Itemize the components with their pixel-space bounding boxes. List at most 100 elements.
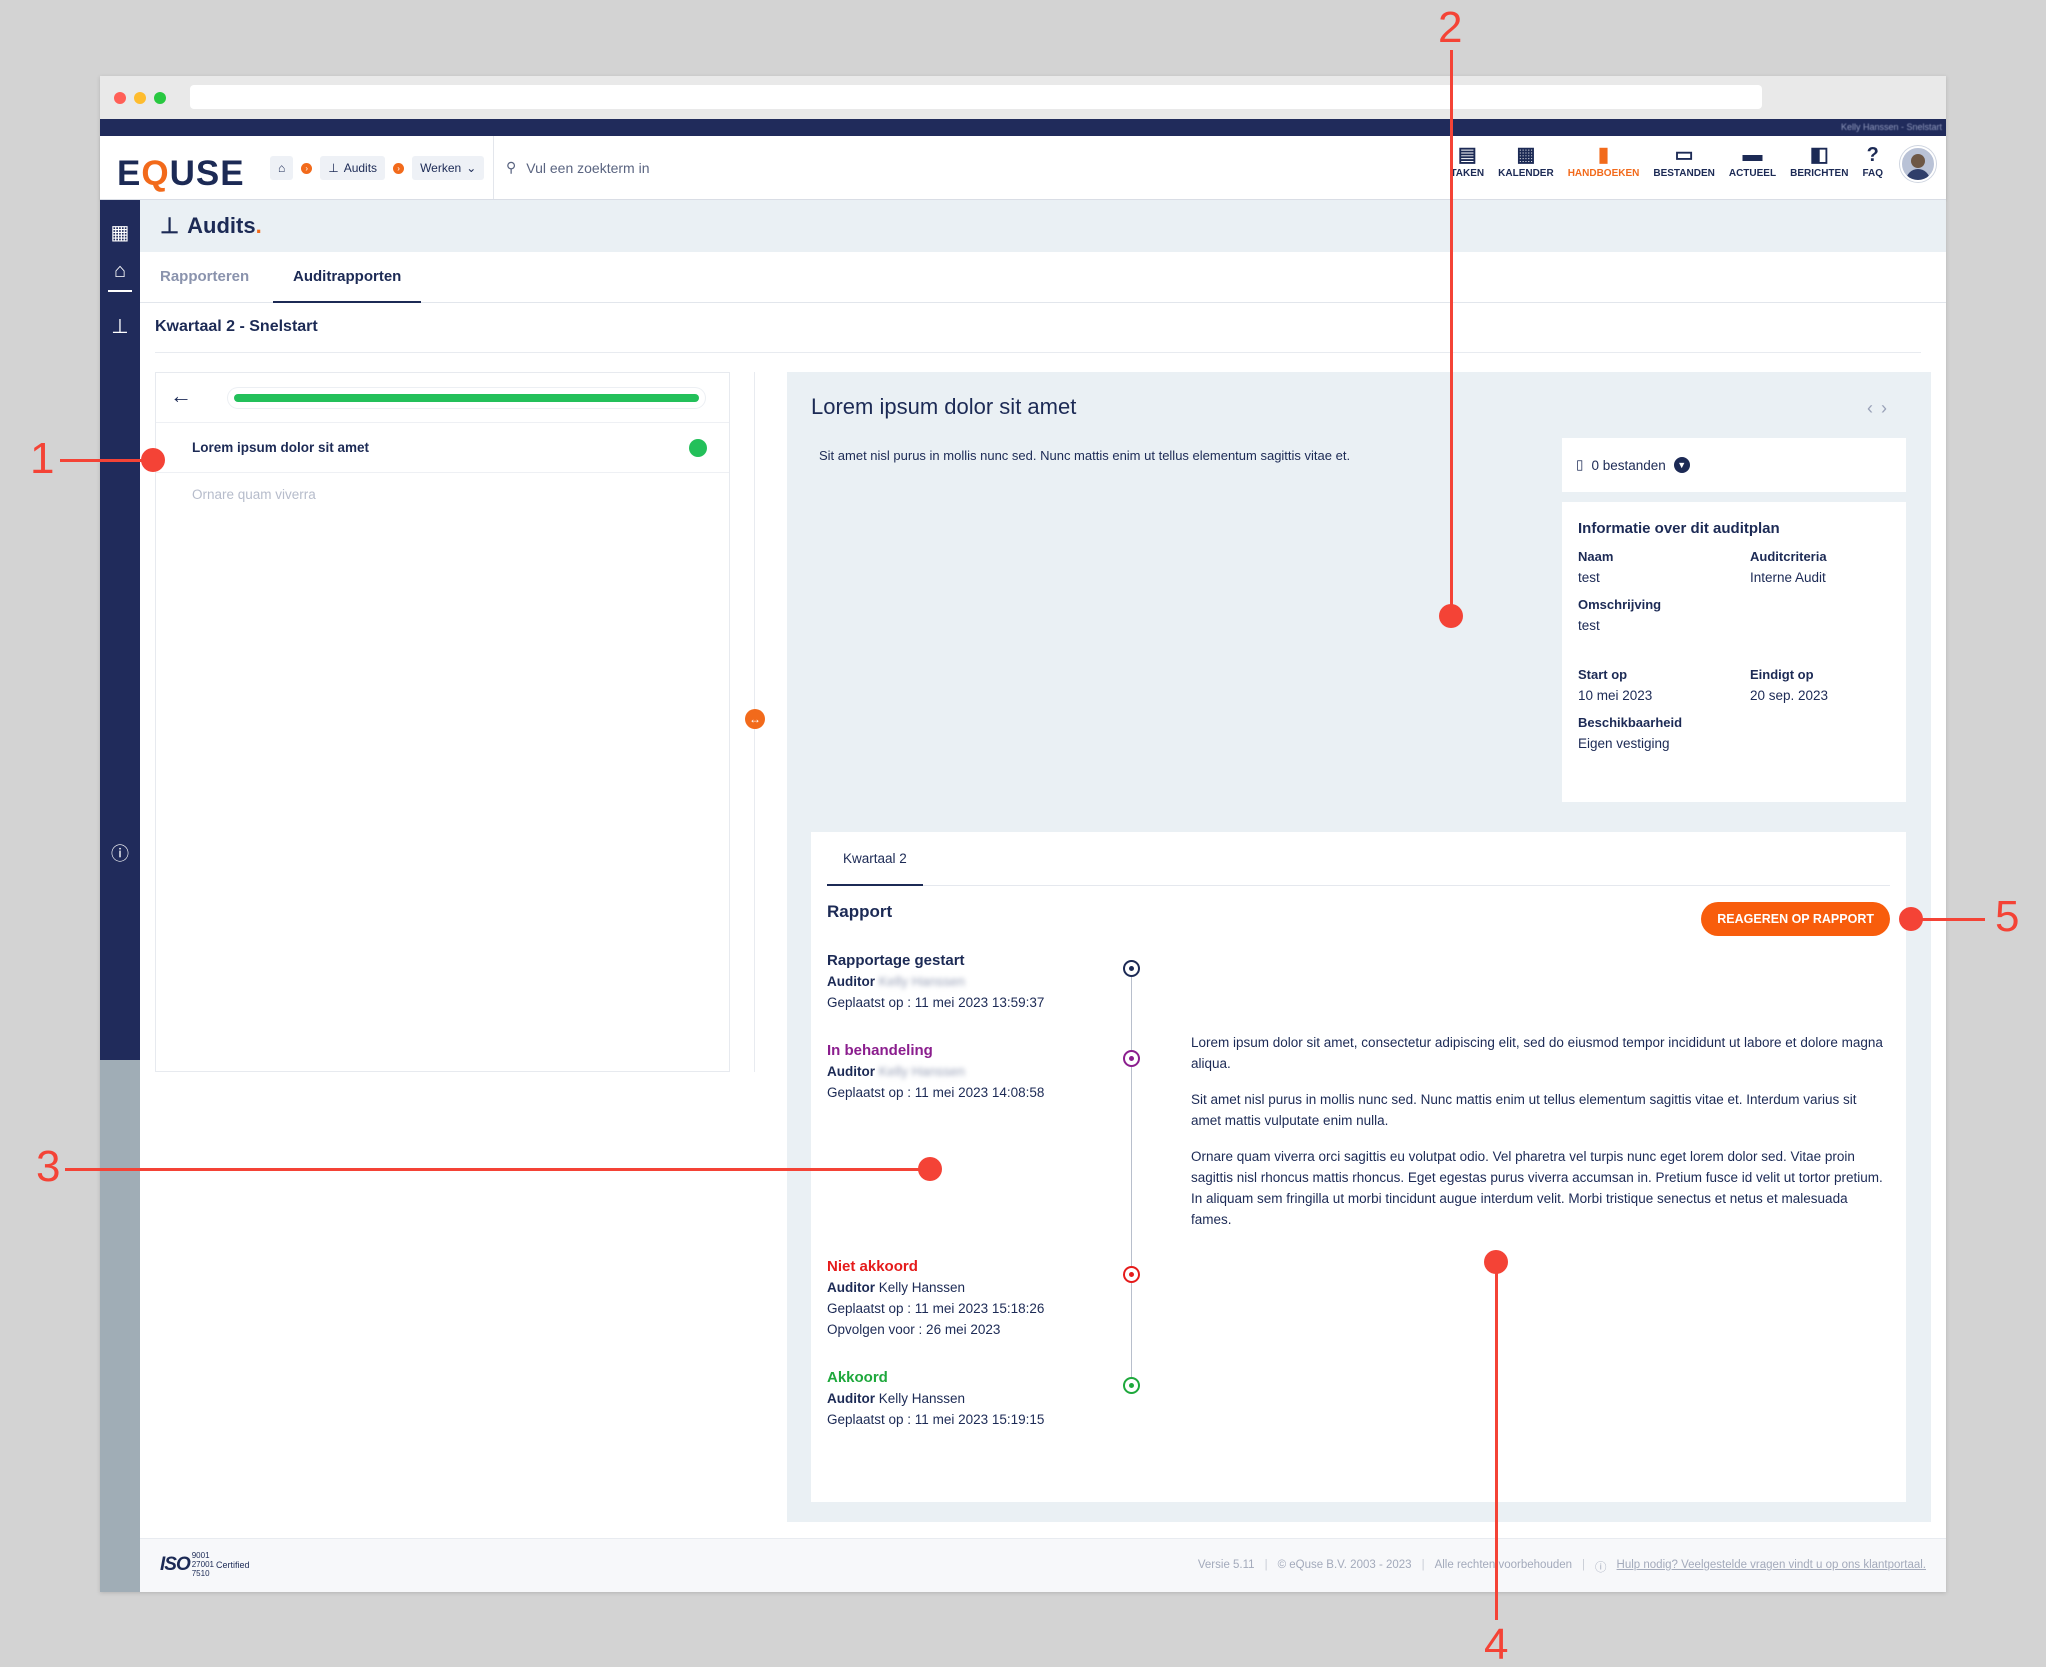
files-dropdown[interactable]: ▯ 0 bestanden ▼ xyxy=(1562,438,1906,492)
newspaper-icon: ▬ xyxy=(1742,144,1763,166)
book-icon: ▮ xyxy=(1598,144,1610,166)
search-bar: ⚲ xyxy=(493,136,827,199)
auditor-name: Kelly Hanssen xyxy=(878,1064,966,1079)
timeline-item: Niet akkoord Auditor Kelly Hanssen Gepla… xyxy=(827,1256,1044,1340)
help-link[interactable]: Hulp nodig? Veelgestelde vragen vindt u … xyxy=(1617,1559,1926,1575)
iso-certified-logo: ISO 9001 27001 7510 Certified xyxy=(160,1551,250,1578)
sidebar-bottom xyxy=(100,1060,140,1592)
timeline-item: In behandeling Auditor Kelly Hanssen Gep… xyxy=(827,1040,1044,1103)
auditor-label: Auditor xyxy=(827,1280,875,1295)
rights-label: Alle rechten voorbehouden xyxy=(1434,1559,1573,1571)
version-label: Versie 5.11 xyxy=(1197,1559,1255,1571)
progress-bar-fill xyxy=(234,394,699,402)
question-title: Lorem ipsum dolor sit amet xyxy=(811,394,1077,419)
info-value: Eigen vestiging xyxy=(1578,736,1670,751)
sidebar-divider xyxy=(108,290,132,292)
annotation-number: 5 xyxy=(1995,892,2020,941)
report-title: Rapport xyxy=(827,902,893,921)
window-minimize-dot[interactable] xyxy=(134,92,146,104)
auditor-name: Kelly Hanssen xyxy=(878,1391,966,1406)
question-navigation: ‹› xyxy=(1867,398,1895,419)
chevron-down-icon: ▼ xyxy=(1673,457,1690,473)
divider xyxy=(155,352,1921,353)
nav-bestanden[interactable]: ▭ BESTANDEN xyxy=(1646,142,1721,179)
list-item[interactable]: Lorem ipsum dolor sit amet xyxy=(156,423,729,473)
follow-up-date: Opvolgen voor : 26 mei 2023 xyxy=(827,1322,1001,1337)
nav-actueel[interactable]: ▬ ACTUEEL xyxy=(1722,142,1783,179)
timeline-date: Geplaatst op : 11 mei 2023 15:18:26 xyxy=(827,1301,1045,1316)
chat-icon: ◧ xyxy=(1809,144,1829,166)
user-avatar[interactable] xyxy=(1900,146,1936,182)
timeline-date: Geplaatst op : 11 mei 2023 13:59:37 xyxy=(827,995,1045,1010)
auditor-label: Auditor xyxy=(827,1064,875,1079)
annotation-line xyxy=(65,1168,935,1171)
auditor-label: Auditor xyxy=(827,974,875,989)
calendar-icon: ▦ xyxy=(1516,144,1536,166)
timeline-date: Geplaatst op : 11 mei 2023 14:08:58 xyxy=(827,1085,1045,1100)
annotation-number: 4 xyxy=(1484,1620,1509,1667)
nav-faq[interactable]: ? FAQ xyxy=(1855,142,1890,179)
breadcrumb-audits[interactable]: ⊥ Audits xyxy=(320,156,386,180)
info-value: test xyxy=(1578,570,1600,585)
list-item[interactable]: Ornare quam viverra xyxy=(156,473,729,523)
chevron-right-icon[interactable]: › xyxy=(1881,398,1895,418)
nav-berichten[interactable]: ◧ BERICHTEN xyxy=(1783,142,1855,179)
tab-kwartaal-2[interactable]: Kwartaal 2 xyxy=(827,832,923,886)
file-icon: ▯ xyxy=(1576,457,1584,472)
iso-word: ISO xyxy=(160,1553,191,1575)
help-circle-icon[interactable]: ⓘ xyxy=(100,840,140,866)
search-input[interactable] xyxy=(526,159,827,176)
info-value: 20 sep. 2023 xyxy=(1750,688,1829,703)
respond-to-report-button[interactable]: REAGEREN OP RAPPORT xyxy=(1701,902,1890,936)
breadcrumb-home[interactable]: ⌂ xyxy=(270,156,294,180)
window-maximize-dot[interactable] xyxy=(154,92,166,104)
comment-paragraph: Lorem ipsum dolor sit amet, consectetur … xyxy=(1191,1035,1883,1071)
page-header: ⊥ Audits. xyxy=(140,200,1946,252)
status-done-icon xyxy=(689,439,707,457)
window-close-dot[interactable] xyxy=(114,92,126,104)
archive-icon: ▭ xyxy=(1674,144,1694,166)
annotation-number: 1 xyxy=(30,434,55,483)
nav-kalender[interactable]: ▦ KALENDER xyxy=(1491,142,1561,179)
iso-numbers: 9001 27001 7510 xyxy=(191,1551,214,1578)
iso-certified-label: Certified xyxy=(215,1559,250,1570)
apps-grid-icon[interactable]: ▦ xyxy=(100,220,140,245)
resize-handle-icon[interactable]: ↔ xyxy=(745,709,765,729)
current-user-label: Kelly Hanssen - Snelstart xyxy=(1840,122,1942,132)
equse-logo[interactable]: EQUSE xyxy=(117,154,245,194)
auditor-name: Kelly Hanssen xyxy=(878,1280,966,1295)
auditor-name: Kelly Hanssen xyxy=(878,974,966,989)
search-icon: ⚲ xyxy=(506,159,517,175)
progress-bar xyxy=(228,388,705,408)
nav-handboeken[interactable]: ▮ HANDBOEKEN xyxy=(1561,142,1647,179)
browser-window: Kelly Hanssen - Snelstart EQUSE ⌂ › ⊥ Aud… xyxy=(100,76,1946,1592)
question-description: Sit amet nisl purus in mollis nunc sed. … xyxy=(819,448,1351,463)
timeline-status: Akkoord xyxy=(827,1369,888,1386)
address-bar[interactable] xyxy=(190,85,1762,109)
annotation-marker xyxy=(1439,604,1463,628)
tab-auditrapporten[interactable]: Auditrapporten xyxy=(273,252,422,303)
annotation-number: 2 xyxy=(1438,3,1463,52)
info-value: test xyxy=(1578,618,1600,633)
copyright-label: © eQuse B.V. 2003 - 2023 xyxy=(1277,1559,1412,1571)
info-label: Beschikbaarheid xyxy=(1578,715,1683,730)
list-item-label: Lorem ipsum dolor sit amet xyxy=(192,440,370,455)
info-title: Informatie over dit auditplan xyxy=(1578,520,1780,537)
annotation-marker xyxy=(918,1157,942,1181)
clipboard-icon: ▤ xyxy=(1457,144,1477,166)
stamp-icon: ⊥ xyxy=(160,213,180,238)
footer-text: Versie 5.11 | © eQuse B.V. 2003 - 2023 |… xyxy=(1197,1559,1926,1575)
question-list-panel: ← Lorem ipsum dolor sit amet Ornare quam… xyxy=(155,372,730,1072)
info-label: Omschrijving xyxy=(1578,597,1662,612)
report-comment: Lorem ipsum dolor sit amet, consectetur … xyxy=(1191,1032,1886,1245)
timeline-node-icon xyxy=(1123,1266,1140,1283)
stamp-icon[interactable]: ⊥ xyxy=(100,314,140,339)
page-tabs: Rapporteren Auditrapporten xyxy=(140,252,1946,303)
info-label: Auditcriteria xyxy=(1750,549,1827,564)
arrow-left-icon[interactable]: ← xyxy=(170,383,192,409)
breadcrumb-werken-dropdown[interactable]: Werken ⌄ xyxy=(412,156,485,180)
timeline-date: Geplaatst op : 11 mei 2023 15:19:15 xyxy=(827,1412,1045,1427)
tab-rapporteren[interactable]: Rapporteren xyxy=(160,252,249,303)
chevron-left-icon[interactable]: ‹ xyxy=(1867,398,1881,418)
home-icon[interactable]: ⌂ xyxy=(100,260,140,283)
